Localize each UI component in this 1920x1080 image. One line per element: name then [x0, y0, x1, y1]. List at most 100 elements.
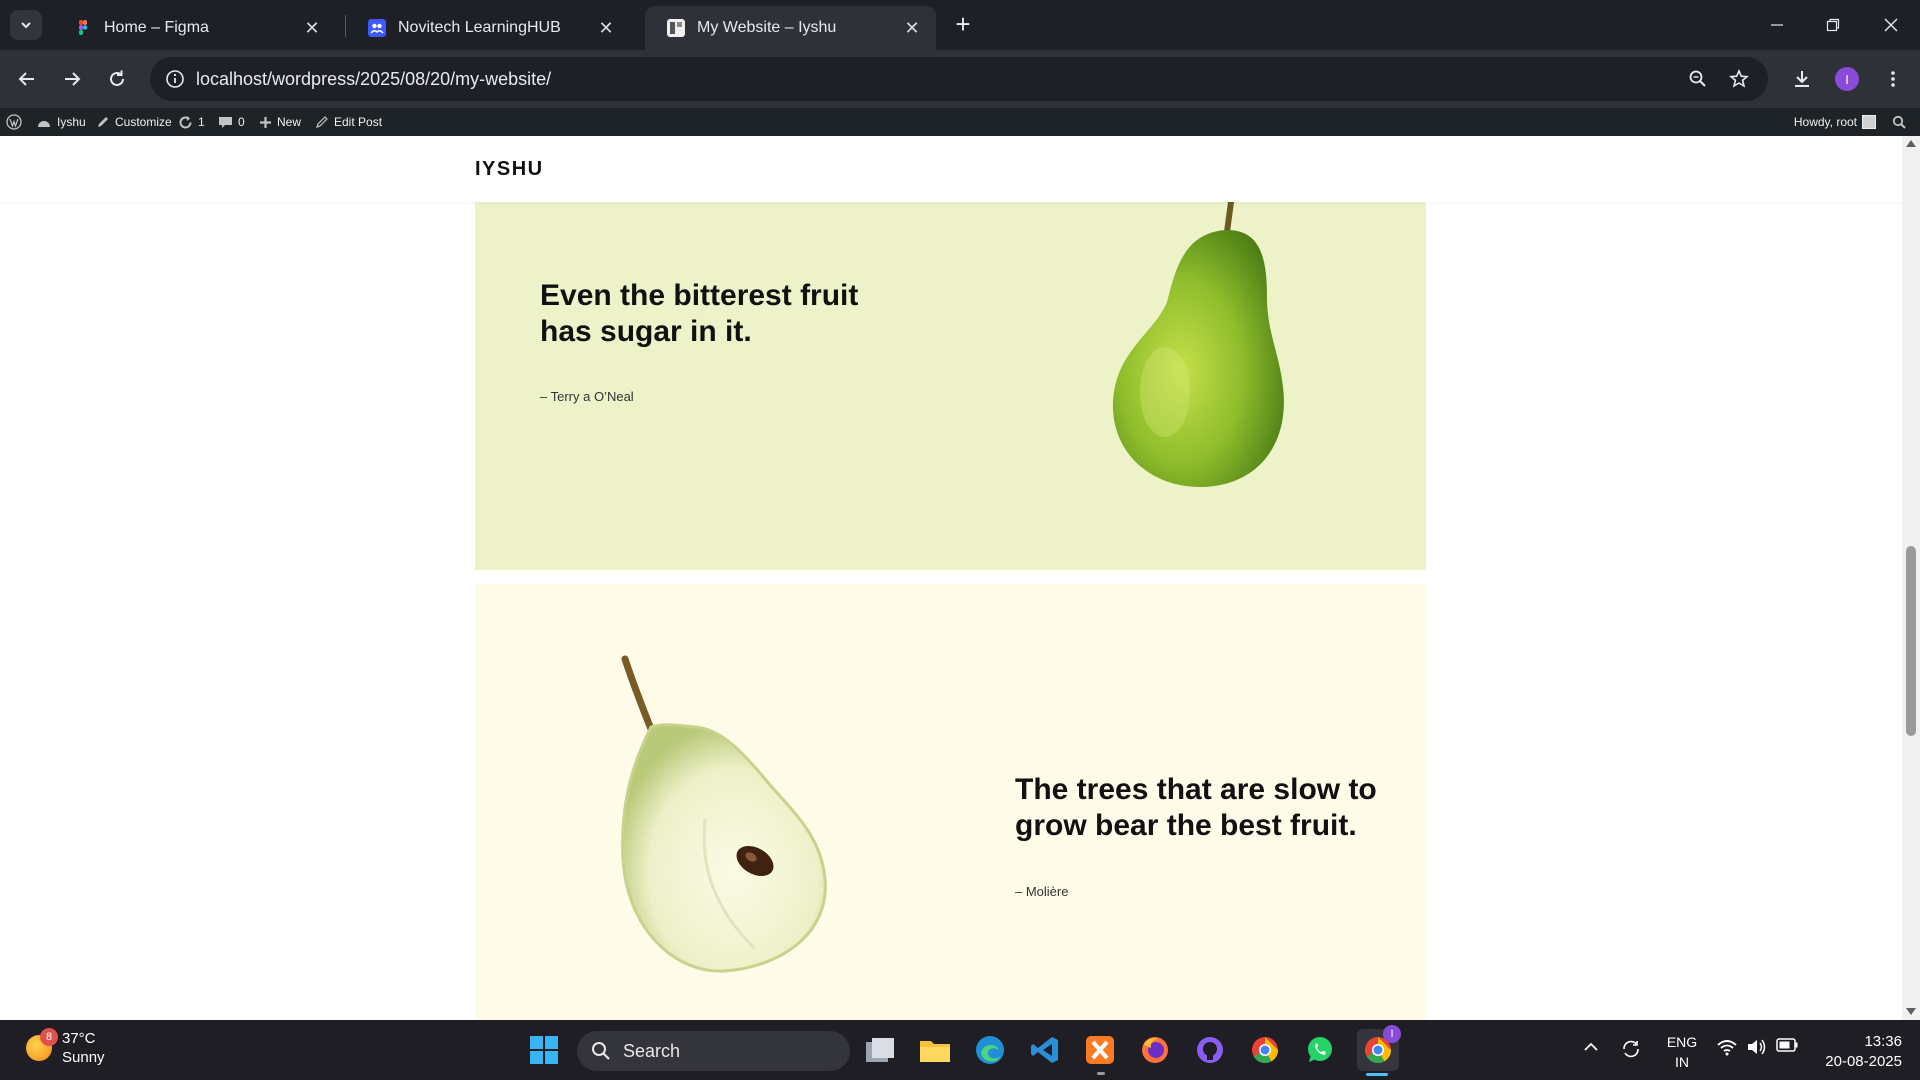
comment-icon — [219, 116, 232, 128]
weather-description: Sunny — [62, 1049, 105, 1066]
back-button[interactable] — [12, 64, 42, 94]
restore-icon — [1826, 18, 1840, 32]
tab-search-button[interactable] — [10, 10, 42, 40]
bookmark-star-icon[interactable] — [1728, 68, 1750, 90]
more-vert-icon — [1891, 71, 1895, 87]
chrome-profile-button[interactable]: I — [1357, 1025, 1401, 1071]
close-icon[interactable]: ✕ — [302, 18, 322, 39]
edit-post-label: Edit Post — [334, 115, 383, 129]
vscode-icon — [1031, 1037, 1058, 1063]
weather-widget[interactable]: 8 37°C Sunny — [26, 1028, 105, 1067]
edit-post-link[interactable]: Edit Post — [315, 108, 382, 136]
comments-link[interactable]: 0 — [218, 108, 245, 136]
reload-button[interactable] — [102, 64, 132, 94]
sync-button[interactable] — [1620, 1038, 1642, 1060]
new-label: New — [277, 115, 302, 129]
whatsapp-icon — [1308, 1037, 1332, 1062]
language-indicator[interactable]: ENG IN — [1664, 1032, 1700, 1072]
clock-date: 20-08-2025 — [1825, 1053, 1902, 1070]
reload-icon — [110, 70, 124, 86]
wordpress-icon — [6, 114, 22, 130]
minimize-button[interactable] — [1762, 10, 1792, 40]
url-text[interactable]: localhost/wordpress/2025/08/20/my-websit… — [196, 69, 551, 90]
pear-half-image — [621, 655, 827, 973]
system-clock[interactable]: 13:36 20-08-2025 — [1812, 1032, 1902, 1072]
chevron-down-icon — [21, 22, 31, 29]
xampp-button[interactable] — [1082, 1032, 1118, 1068]
show-hidden-icons-button[interactable] — [1582, 1038, 1600, 1056]
firefox-icon — [1142, 1037, 1168, 1063]
page-scrollbar[interactable] — [1902, 136, 1920, 1020]
quote-author: – Molière — [1015, 884, 1069, 899]
language-code: ENG — [1666, 1034, 1698, 1050]
tab-title: Novitech LearningHUB — [398, 19, 561, 36]
tab-figma[interactable]: Home – Figma ✕ — [52, 6, 336, 50]
new-content-menu[interactable]: New — [259, 108, 301, 136]
site-info-icon[interactable] — [164, 68, 186, 90]
update-icon — [179, 115, 192, 128]
wp-logo-menu[interactable] — [6, 108, 22, 136]
quote-text: Even the bitterest fruit has sugar in it… — [540, 279, 859, 348]
browser-toolbar: localhost/wordpress/2025/08/20/my-websit… — [0, 50, 1920, 108]
quote-block: The trees that are slow to grow bear the… — [475, 584, 1426, 1020]
close-icon[interactable]: ✕ — [596, 18, 616, 39]
site-title-link[interactable]: IYSHU — [475, 158, 544, 181]
tab-my-website[interactable]: My Website – Iyshu ✕ — [645, 6, 936, 50]
clock-time: 13:36 — [1864, 1033, 1902, 1050]
start-button[interactable] — [526, 1032, 562, 1068]
updates-link[interactable]: 1 — [178, 108, 205, 136]
forward-button[interactable] — [57, 64, 87, 94]
wifi-icon — [1717, 1040, 1737, 1056]
chrome-button[interactable] — [1247, 1032, 1283, 1068]
scroll-down-arrow-icon[interactable] — [1906, 1008, 1916, 1015]
battery-status[interactable] — [1776, 1038, 1798, 1052]
search-placeholder: Search — [623, 1040, 681, 1061]
firefox-button[interactable] — [1137, 1032, 1173, 1068]
github-icon — [1197, 1037, 1223, 1063]
address-bar[interactable]: localhost/wordpress/2025/08/20/my-websit… — [150, 57, 1768, 101]
battery-icon — [1776, 1038, 1798, 1052]
whatsapp-button[interactable] — [1302, 1032, 1338, 1068]
restore-button[interactable] — [1818, 10, 1848, 40]
taskbar-search-box[interactable]: Search — [577, 1031, 850, 1071]
volume-status[interactable] — [1746, 1038, 1768, 1056]
arrow-right-icon — [65, 72, 81, 86]
chrome-icon — [1252, 1037, 1279, 1064]
learninghub-icon — [368, 19, 386, 37]
admin-search-button[interactable] — [1892, 108, 1906, 136]
vscode-button[interactable] — [1027, 1032, 1063, 1068]
region-code: IN — [1675, 1054, 1689, 1070]
browser-menu-button[interactable] — [1878, 64, 1908, 94]
scrollbar-thumb[interactable] — [1906, 546, 1916, 736]
quote-author: – Terry a O’Neal — [540, 389, 634, 404]
search-icon — [1892, 115, 1906, 129]
close-window-button[interactable] — [1876, 10, 1906, 40]
active-indicator — [1366, 1073, 1388, 1076]
xampp-icon — [1086, 1036, 1114, 1064]
zoom-icon[interactable] — [1687, 68, 1709, 90]
github-button[interactable] — [1192, 1032, 1228, 1068]
task-view-button[interactable] — [862, 1032, 898, 1068]
edge-button[interactable] — [972, 1032, 1008, 1068]
sun-icon: 8 — [26, 1028, 58, 1061]
wifi-status[interactable] — [1716, 1038, 1738, 1056]
minimize-icon — [1771, 24, 1783, 26]
pencil-icon — [98, 117, 108, 127]
volume-icon — [1748, 1039, 1766, 1055]
my-account-menu[interactable]: Howdy, root — [1794, 108, 1876, 136]
close-icon[interactable]: ✕ — [902, 18, 922, 39]
arrow-left-icon — [18, 72, 34, 86]
chevron-up-icon — [1584, 1042, 1598, 1051]
scroll-up-arrow-icon[interactable] — [1906, 140, 1916, 147]
profile-avatar[interactable]: I — [1835, 67, 1859, 91]
customize-link[interactable]: Customize — [96, 108, 172, 136]
file-explorer-button[interactable] — [917, 1032, 953, 1068]
site-name-menu[interactable]: Iyshu — [36, 108, 86, 136]
new-tab-button[interactable]: + — [950, 11, 976, 38]
edge-icon — [976, 1036, 1004, 1064]
sync-icon — [1623, 1040, 1639, 1058]
search-icon — [592, 1042, 610, 1060]
tab-novitech[interactable]: Novitech LearningHUB ✕ — [346, 6, 630, 50]
tab-title: Home – Figma — [104, 19, 209, 36]
downloads-button[interactable] — [1787, 64, 1817, 94]
